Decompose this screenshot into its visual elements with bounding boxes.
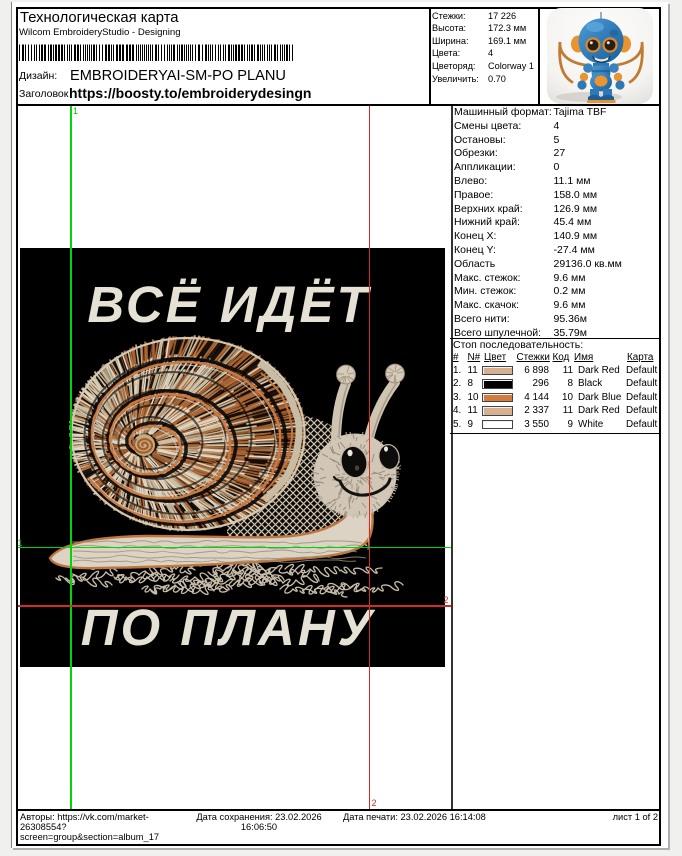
svg-text:ПО ПЛАНУ: ПО ПЛАНУ: [81, 599, 376, 656]
svg-text:ВСЁ ИДЁТ: ВСЁ ИДЁТ: [87, 276, 371, 333]
